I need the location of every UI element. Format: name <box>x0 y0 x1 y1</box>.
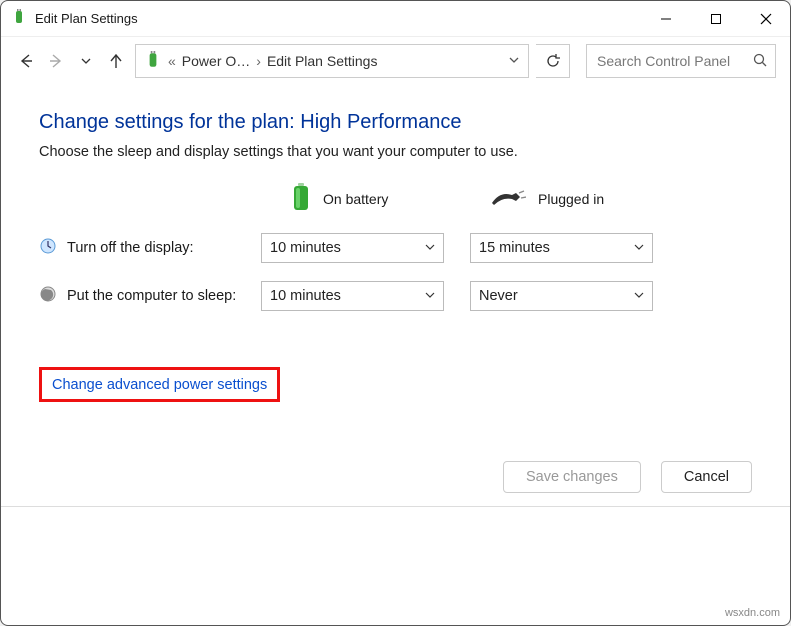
sleep-label: Put the computer to sleep: <box>67 288 236 304</box>
breadcrumb-part2[interactable]: Edit Plan Settings <box>267 53 378 69</box>
titlebar: Edit Plan Settings <box>1 1 790 37</box>
maximize-button[interactable] <box>706 9 726 29</box>
chevron-down-icon[interactable] <box>508 53 520 69</box>
back-button[interactable] <box>15 50 37 72</box>
display-label-group: Turn off the display: <box>39 237 261 259</box>
window-controls <box>656 9 782 29</box>
display-icon <box>39 237 57 259</box>
save-button[interactable]: Save changes <box>503 461 641 493</box>
cancel-button[interactable]: Cancel <box>661 461 752 493</box>
chevron-down-icon <box>425 240 435 256</box>
sleep-plugged-value: Never <box>479 288 518 304</box>
sleep-battery-dropdown[interactable]: 10 minutes <box>261 281 444 311</box>
search-box[interactable] <box>586 44 776 78</box>
chevron-down-icon <box>425 288 435 304</box>
minimize-button[interactable] <box>656 9 676 29</box>
navbar: « Power O… › Edit Plan Settings <box>1 37 790 85</box>
power-plan-icon <box>144 51 162 72</box>
search-icon <box>753 53 767 70</box>
display-plugged-value: 15 minutes <box>479 240 550 256</box>
sleep-battery-value: 10 minutes <box>270 288 341 304</box>
page-heading: Change settings for the plan: High Perfo… <box>39 111 752 134</box>
column-battery-label: On battery <box>323 191 388 207</box>
advanced-power-link[interactable]: Change advanced power settings <box>52 377 267 393</box>
display-battery-value: 10 minutes <box>270 240 341 256</box>
page-subtext: Choose the sleep and display settings th… <box>39 144 752 160</box>
advanced-link-highlight: Change advanced power settings <box>39 367 280 402</box>
up-button[interactable] <box>105 50 127 72</box>
chevron-down-icon <box>634 288 644 304</box>
column-battery: On battery <box>261 182 456 215</box>
battery-icon <box>291 182 311 215</box>
window-title: Edit Plan Settings <box>35 11 138 26</box>
search-input[interactable] <box>595 52 747 70</box>
watermark: wsxdn.com <box>725 607 780 619</box>
footer-buttons: Save changes Cancel <box>503 461 752 493</box>
close-button[interactable] <box>756 9 776 29</box>
columns-header: On battery Plugged in <box>39 182 752 215</box>
recent-dropdown[interactable] <box>75 50 97 72</box>
sleep-icon <box>39 285 57 307</box>
sleep-label-group: Put the computer to sleep: <box>39 285 261 307</box>
breadcrumb-part1[interactable]: Power O… <box>182 53 250 69</box>
column-plugged: Plugged in <box>470 187 665 210</box>
display-label: Turn off the display: <box>67 240 194 256</box>
display-plugged-dropdown[interactable]: 15 minutes <box>470 233 653 263</box>
refresh-button[interactable] <box>536 44 570 78</box>
row-display: Turn off the display: 10 minutes 15 minu… <box>39 233 752 263</box>
column-plugged-label: Plugged in <box>538 191 604 207</box>
address-bar[interactable]: « Power O… › Edit Plan Settings <box>135 44 529 78</box>
window: Edit Plan Settings <box>0 0 791 626</box>
chevron-left-icon: « <box>168 53 176 69</box>
power-plan-icon <box>11 9 27 28</box>
row-sleep: Put the computer to sleep: 10 minutes Ne… <box>39 281 752 311</box>
display-battery-dropdown[interactable]: 10 minutes <box>261 233 444 263</box>
footer-divider <box>1 506 790 507</box>
chevron-right-icon: › <box>256 53 261 69</box>
forward-button[interactable] <box>45 50 67 72</box>
chevron-down-icon <box>634 240 644 256</box>
sleep-plugged-dropdown[interactable]: Never <box>470 281 653 311</box>
plug-icon <box>490 187 526 210</box>
content: Change settings for the plan: High Perfo… <box>1 85 790 412</box>
